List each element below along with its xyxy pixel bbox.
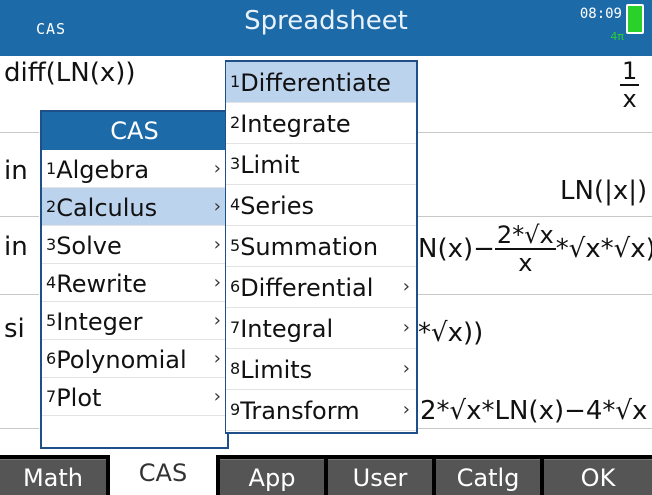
menu-item-number: 8: [230, 359, 241, 378]
softkey-catlg[interactable]: Catlg: [436, 459, 540, 495]
history-row3-result: N(x)− 2*√x x *√x*√x): [418, 222, 652, 277]
history-row3-part-b: *√x*√x): [555, 233, 652, 264]
submenu-item-transform[interactable]: 9Transform ›: [226, 390, 416, 431]
menu-item-label: Integrate: [240, 110, 351, 138]
chevron-right-icon: ›: [402, 358, 410, 379]
chevron-right-icon: ›: [402, 399, 410, 420]
submenu-item-differential[interactable]: 6Differential ›: [226, 267, 416, 308]
submenu-item-series[interactable]: 4Series: [226, 185, 416, 226]
menu-item-label: Calculus: [56, 194, 158, 222]
chevron-right-icon: ›: [213, 348, 221, 369]
cas-menu-item-solve[interactable]: 3Solve ›: [42, 226, 227, 264]
softkey-ok[interactable]: OK: [544, 459, 652, 495]
history-row3-numerator: 2*√x: [494, 221, 556, 251]
menu-item-label: Transform: [240, 397, 360, 425]
menu-item-label: Rewrite: [56, 270, 147, 298]
calculator-screen: CAS Spreadsheet 08:09 4π diff(LN(x)) 1x …: [0, 0, 652, 495]
cas-menu-item-plot[interactable]: 7Plot ›: [42, 378, 227, 416]
angle-mode-indicator: 4π: [610, 30, 624, 43]
menu-item-label: Integral: [240, 315, 334, 343]
submenu-item-integral[interactable]: 7Integral ›: [226, 308, 416, 349]
menu-item-label: Differentiate: [240, 69, 391, 97]
cas-menu-item-calculus[interactable]: 2Calculus ›: [42, 188, 227, 226]
menu-item-number: 6: [230, 277, 241, 296]
submenu-item-integrate[interactable]: 2Integrate: [226, 103, 416, 144]
cas-menu-item-rewrite[interactable]: 4Rewrite ›: [42, 264, 227, 302]
menu-item-number: 2: [230, 113, 241, 132]
history-row1-result: 1x: [620, 57, 640, 114]
chevron-right-icon: ›: [213, 158, 221, 179]
chevron-right-icon: ›: [213, 272, 221, 293]
chevron-right-icon: ›: [213, 234, 221, 255]
cas-menu-header: CAS: [42, 112, 227, 150]
chevron-right-icon: ›: [402, 276, 410, 297]
menu-item-number: 7: [230, 318, 241, 337]
menu-item-number: 5: [230, 236, 241, 255]
softkey-bar: Math CAS App User Catlg OK: [0, 455, 652, 495]
history-row1-numerator: 1: [620, 57, 640, 87]
history-row2-result: LN(|x|): [560, 176, 648, 206]
menu-item-label: Differential: [240, 274, 374, 302]
history-row1-denominator: x: [622, 85, 637, 114]
history-row1-input: diff(LN(x)): [4, 58, 136, 88]
menu-item-number: 1: [230, 72, 241, 91]
menu-item-label: Limits: [240, 356, 313, 384]
history-row2-input: in: [4, 156, 28, 186]
menu-item-number: 3: [46, 235, 57, 254]
menu-item-number: 6: [46, 349, 57, 368]
history-row4-result: *√x)): [418, 318, 484, 348]
menu-item-label: Series: [240, 192, 314, 220]
menu-item-label: Limit: [240, 151, 300, 179]
history-row3-part-a: N(x)−: [418, 233, 495, 264]
battery-icon: [626, 4, 644, 34]
chevron-right-icon: ›: [213, 386, 221, 407]
history-row3-input: in: [4, 232, 28, 262]
menu-item-label: Plot: [56, 384, 102, 412]
history-row4-input: si: [4, 314, 25, 344]
menu-item-number: 3: [230, 154, 241, 173]
menu-item-label: Integer: [56, 308, 143, 336]
submenu-item-differentiate[interactable]: 1Differentiate: [226, 62, 416, 103]
chevron-right-icon: ›: [213, 310, 221, 331]
menu-item-number: 1: [46, 159, 57, 178]
menu-item-number: 4: [46, 273, 57, 292]
menu-item-label: Summation: [240, 233, 379, 261]
menu-item-number: 4: [230, 195, 241, 214]
softkey-cas[interactable]: CAS: [110, 455, 216, 495]
status-bar: CAS Spreadsheet 08:09 4π: [0, 0, 652, 56]
app-title: Spreadsheet: [244, 6, 408, 36]
history-row3-denominator: x: [518, 249, 533, 278]
chevron-right-icon: ›: [402, 317, 410, 338]
cas-menu-item-integer[interactable]: 5Integer ›: [42, 302, 227, 340]
softkey-math[interactable]: Math: [0, 459, 106, 495]
menu-item-number: 5: [46, 311, 57, 330]
cas-menu-item-polynomial[interactable]: 6Polynomial ›: [42, 340, 227, 378]
history-row5-result: 2*√x*LN(x)−4*√x: [420, 396, 648, 426]
menu-item-number: 9: [230, 400, 241, 419]
chevron-right-icon: ›: [213, 196, 221, 217]
submenu-item-summation[interactable]: 5Summation: [226, 226, 416, 267]
menu-item-label: Polynomial: [56, 346, 187, 374]
softkey-user[interactable]: User: [328, 459, 432, 495]
submenu-item-limit[interactable]: 3Limit: [226, 144, 416, 185]
menu-item-label: Algebra: [56, 156, 150, 184]
menu-item-number: 7: [46, 387, 57, 406]
menu-item-number: 2: [46, 197, 57, 216]
cas-menu-item-algebra[interactable]: 1Algebra ›: [42, 150, 227, 188]
softkey-app[interactable]: App: [220, 459, 324, 495]
clock: 08:09: [579, 6, 622, 22]
submenu-item-limits[interactable]: 8Limits ›: [226, 349, 416, 390]
cas-menu: CAS 1Algebra › 2Calculus › 3Solve › 4Rewrit…: [40, 110, 229, 449]
calculus-submenu: 1Differentiate 2Integrate 3Limit 4Series…: [225, 60, 418, 434]
menu-item-label: Solve: [56, 232, 122, 260]
